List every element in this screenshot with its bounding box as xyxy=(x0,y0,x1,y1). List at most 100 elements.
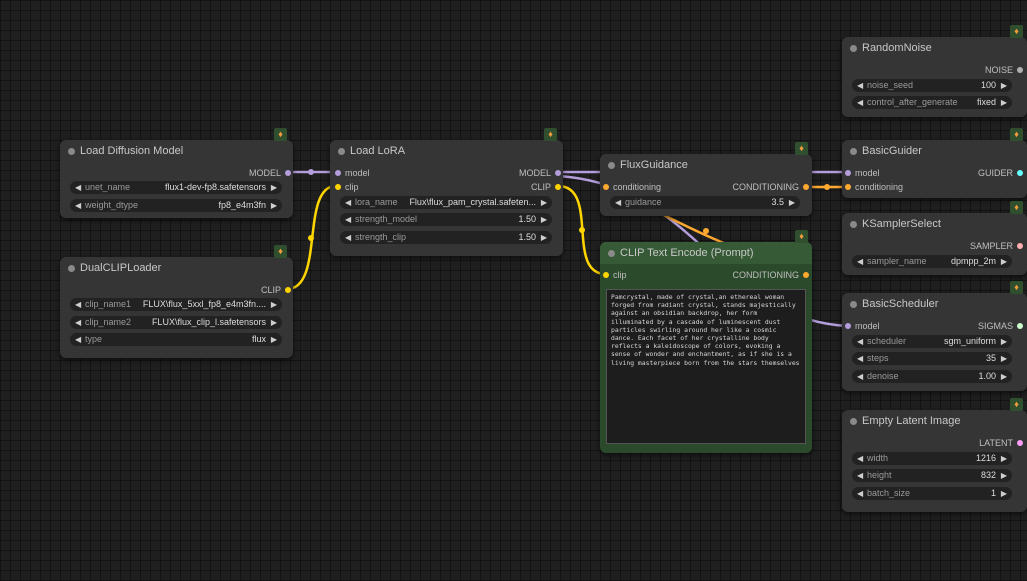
output-dot[interactable] xyxy=(1017,323,1023,329)
lora-name-combo[interactable]: ◀ lora_name Flux\flux_pam_crystal.safete… xyxy=(340,196,552,209)
denoise-number[interactable]: ◀ denoise 1.00 ▶ xyxy=(852,370,1012,383)
right-arrow-icon[interactable]: ▶ xyxy=(1001,96,1007,109)
output-sigmas[interactable]: SIGMAS xyxy=(978,320,1023,332)
type-combo[interactable]: ◀ type flux ▶ xyxy=(70,333,282,346)
input-conditioning[interactable]: conditioning xyxy=(603,181,661,193)
output-clip[interactable]: CLIP xyxy=(261,284,291,296)
node-empty-latent-image[interactable]: Empty Latent Image LATENT ◀ width 1216 ▶… xyxy=(842,398,1027,512)
node-title[interactable]: BasicGuider xyxy=(842,140,1027,162)
output-dot[interactable] xyxy=(555,170,561,176)
left-arrow-icon[interactable]: ◀ xyxy=(345,196,351,209)
right-arrow-icon[interactable]: ▶ xyxy=(1001,79,1007,92)
input-dot[interactable] xyxy=(845,184,851,190)
left-arrow-icon[interactable]: ◀ xyxy=(75,199,81,212)
noise-seed-number[interactable]: ◀ noise_seed 100 ▶ xyxy=(852,79,1012,92)
output-dot[interactable] xyxy=(285,287,291,293)
input-dot[interactable] xyxy=(335,184,341,190)
node-basic-scheduler[interactable]: BasicScheduler model SIGMAS ◀ scheduler … xyxy=(842,281,1027,391)
height-number[interactable]: ◀ height 832 ▶ xyxy=(852,469,1012,482)
left-arrow-icon[interactable]: ◀ xyxy=(857,452,863,465)
output-clip[interactable]: CLIP xyxy=(531,181,561,193)
output-dot[interactable] xyxy=(1017,67,1023,73)
right-arrow-icon[interactable]: ▶ xyxy=(271,316,277,329)
output-conditioning[interactable]: CONDITIONING xyxy=(733,181,809,193)
strength-clip-number[interactable]: ◀ strength_clip 1.50 ▶ xyxy=(340,231,552,244)
clip-name2-combo[interactable]: ◀ clip_name2 FLUX\flux_clip_l.safetensor… xyxy=(70,316,282,329)
scheduler-combo[interactable]: ◀ scheduler sgm_uniform ▶ xyxy=(852,335,1012,348)
weight-dtype-combo[interactable]: ◀ weight_dtype fp8_e4m3fn ▶ xyxy=(70,199,282,212)
width-number[interactable]: ◀ width 1216 ▶ xyxy=(852,452,1012,465)
node-clip-text-encode[interactable]: CLIP Text Encode (Prompt) clip CONDITION… xyxy=(600,230,812,453)
guidance-number[interactable]: ◀ guidance 3.5 ▶ xyxy=(610,196,800,209)
input-model[interactable]: model xyxy=(845,167,880,179)
left-arrow-icon[interactable]: ◀ xyxy=(857,487,863,500)
right-arrow-icon[interactable]: ▶ xyxy=(1001,335,1007,348)
node-title[interactable]: Load Diffusion Model xyxy=(60,140,293,162)
right-arrow-icon[interactable]: ▶ xyxy=(1001,469,1007,482)
node-basic-guider[interactable]: BasicGuider model GUIDER conditioning xyxy=(842,128,1027,198)
output-dot[interactable] xyxy=(285,170,291,176)
output-dot[interactable] xyxy=(1017,170,1023,176)
node-title[interactable]: RandomNoise xyxy=(842,37,1027,59)
node-dual-clip-loader[interactable]: DualCLIPLoader CLIP ◀ clip_name1 FLUX\fl… xyxy=(60,245,293,358)
right-arrow-icon[interactable]: ▶ xyxy=(271,199,277,212)
node-load-lora[interactable]: Load LoRA model MODEL clip CLIP ◀ lora_n… xyxy=(330,128,563,256)
output-dot[interactable] xyxy=(803,272,809,278)
sampler-name-combo[interactable]: ◀ sampler_name dpmpp_2m ▶ xyxy=(852,255,1012,268)
left-arrow-icon[interactable]: ◀ xyxy=(345,213,351,226)
output-guider[interactable]: GUIDER xyxy=(978,167,1023,179)
node-title[interactable]: BasicScheduler xyxy=(842,293,1027,315)
output-dot[interactable] xyxy=(555,184,561,190)
right-arrow-icon[interactable]: ▶ xyxy=(1001,352,1007,365)
node-title[interactable]: CLIP Text Encode (Prompt) xyxy=(600,242,812,264)
output-dot[interactable] xyxy=(1017,440,1023,446)
left-arrow-icon[interactable]: ◀ xyxy=(857,352,863,365)
unet-name-combo[interactable]: ◀ unet_name flux1-dev-fp8.safetensors ▶ xyxy=(70,181,282,194)
right-arrow-icon[interactable]: ▶ xyxy=(1001,255,1007,268)
input-clip[interactable]: clip xyxy=(603,269,627,281)
left-arrow-icon[interactable]: ◀ xyxy=(857,79,863,92)
input-model[interactable]: model xyxy=(845,320,880,332)
left-arrow-icon[interactable]: ◀ xyxy=(857,335,863,348)
right-arrow-icon[interactable]: ▶ xyxy=(541,196,547,209)
output-dot[interactable] xyxy=(1017,243,1023,249)
output-noise[interactable]: NOISE xyxy=(985,64,1023,76)
output-model[interactable]: MODEL xyxy=(249,167,291,179)
left-arrow-icon[interactable]: ◀ xyxy=(75,316,81,329)
left-arrow-icon[interactable]: ◀ xyxy=(75,333,81,346)
right-arrow-icon[interactable]: ▶ xyxy=(541,213,547,226)
input-dot[interactable] xyxy=(603,184,609,190)
node-title[interactable]: KSamplerSelect xyxy=(842,213,1027,235)
strength-model-number[interactable]: ◀ strength_model 1.50 ▶ xyxy=(340,213,552,226)
control-after-generate-combo[interactable]: ◀ control_after_generate fixed ▶ xyxy=(852,96,1012,109)
input-dot[interactable] xyxy=(335,170,341,176)
node-title[interactable]: Load LoRA xyxy=(330,140,563,162)
right-arrow-icon[interactable]: ▶ xyxy=(541,231,547,244)
input-conditioning[interactable]: conditioning xyxy=(845,181,903,193)
prompt-textarea[interactable]: Pamcrystal, made of crystal,an ethereal … xyxy=(606,289,806,444)
node-ksampler-select[interactable]: KSamplerSelect SAMPLER ◀ sampler_name dp… xyxy=(842,201,1027,275)
left-arrow-icon[interactable]: ◀ xyxy=(857,370,863,383)
node-load-diffusion-model[interactable]: Load Diffusion Model MODEL ◀ unet_name f… xyxy=(60,128,293,218)
clip-name1-combo[interactable]: ◀ clip_name1 FLUX\flux_5xxl_fp8_e4m3fn..… xyxy=(70,298,282,311)
left-arrow-icon[interactable]: ◀ xyxy=(75,298,81,311)
right-arrow-icon[interactable]: ▶ xyxy=(271,333,277,346)
left-arrow-icon[interactable]: ◀ xyxy=(857,469,863,482)
left-arrow-icon[interactable]: ◀ xyxy=(345,231,351,244)
right-arrow-icon[interactable]: ▶ xyxy=(1001,487,1007,500)
left-arrow-icon[interactable]: ◀ xyxy=(857,96,863,109)
input-dot[interactable] xyxy=(845,170,851,176)
batch-size-number[interactable]: ◀ batch_size 1 ▶ xyxy=(852,487,1012,500)
right-arrow-icon[interactable]: ▶ xyxy=(271,181,277,194)
input-model[interactable]: model xyxy=(335,167,370,179)
input-dot[interactable] xyxy=(845,323,851,329)
node-title[interactable]: Empty Latent Image xyxy=(842,410,1027,432)
steps-number[interactable]: ◀ steps 35 ▶ xyxy=(852,352,1012,365)
output-sampler[interactable]: SAMPLER xyxy=(970,240,1023,252)
input-dot[interactable] xyxy=(603,272,609,278)
right-arrow-icon[interactable]: ▶ xyxy=(1001,370,1007,383)
node-random-noise[interactable]: RandomNoise NOISE ◀ noise_seed 100 ▶ ◀ c… xyxy=(842,25,1027,117)
node-title[interactable]: FluxGuidance xyxy=(600,154,812,176)
left-arrow-icon[interactable]: ◀ xyxy=(857,255,863,268)
right-arrow-icon[interactable]: ▶ xyxy=(271,298,277,311)
